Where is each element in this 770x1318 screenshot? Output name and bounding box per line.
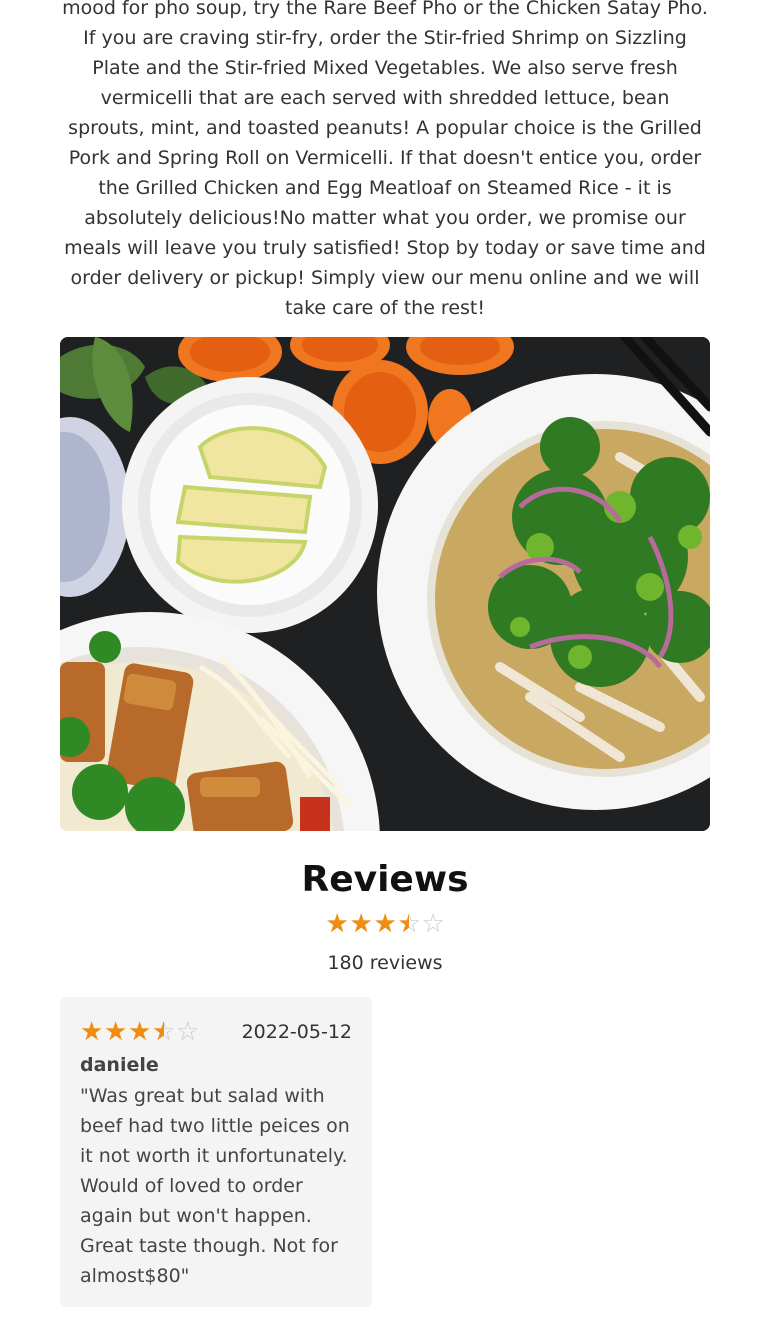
review-card: ☆★☆★☆★☆★☆★ 2022-05-12 daniele "Was great… — [60, 997, 372, 1307]
review-text: "Was great but salad with beef had two l… — [80, 1085, 350, 1287]
pho-food-photo — [60, 337, 710, 831]
star-half-icon: ☆★ — [152, 1017, 176, 1047]
star-fill: ★ — [325, 911, 349, 937]
pho-food-illustration — [60, 337, 710, 831]
reviews-heading: Reviews — [301, 859, 469, 900]
star-filled-icon: ☆ ★ — [80, 1017, 104, 1047]
star-filled-icon: ☆ ★ — [104, 1017, 128, 1047]
star-fill: ★ — [152, 1019, 164, 1045]
review-count: 180 reviews — [327, 952, 443, 974]
about-description: mood for pho soup, try the Rare Beef Pho… — [62, 0, 708, 319]
review-author: daniele — [80, 1054, 159, 1076]
review-date: 2022-05-12 — [241, 1021, 352, 1043]
star-filled-icon: ☆ ★ — [349, 909, 373, 939]
star-fill: ★ — [373, 911, 397, 937]
star-fill: ★ — [80, 1019, 103, 1045]
star-filled-icon: ☆ ★ — [373, 909, 397, 939]
star-fill: ★ — [128, 1019, 151, 1045]
star-fill: ★ — [349, 911, 373, 937]
star-empty-icon: ☆★ — [421, 909, 445, 939]
star-filled-icon: ☆ ★ — [325, 909, 349, 939]
star-half-icon: ☆★ — [397, 909, 421, 939]
review-rating-stars: ☆★☆★☆★☆★☆★ — [80, 1019, 199, 1045]
star-filled-icon: ☆ ★ — [128, 1017, 152, 1047]
star-empty-icon: ☆★ — [176, 1017, 200, 1047]
average-rating-stars: ☆★☆★☆★☆★☆★ — [0, 911, 770, 937]
review-card-header: ☆★☆★☆★☆★☆★ 2022-05-12 — [80, 1017, 352, 1047]
star-fill: ★ — [104, 1019, 127, 1045]
star-fill: ★ — [398, 911, 410, 937]
